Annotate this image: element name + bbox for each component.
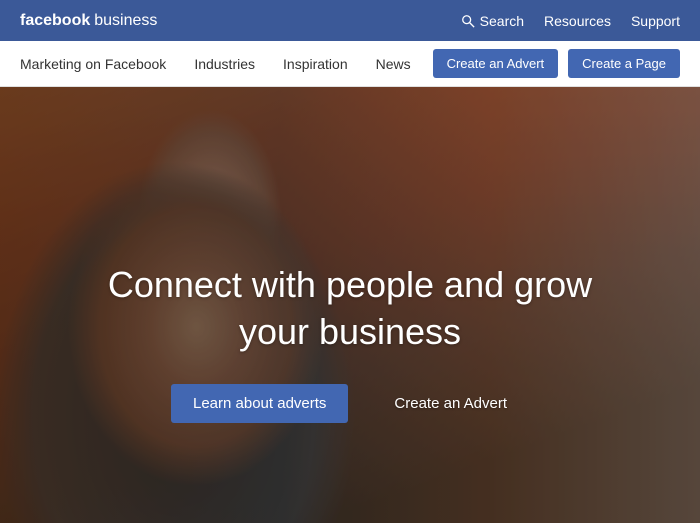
resources-link[interactable]: Resources: [544, 13, 611, 29]
resources-label: Resources: [544, 13, 611, 29]
hero-create-advert-button[interactable]: Create an Advert: [372, 384, 529, 423]
learn-adverts-button[interactable]: Learn about adverts: [171, 384, 348, 423]
hero-action-buttons: Learn about adverts Create an Advert: [70, 384, 630, 423]
support-label: Support: [631, 13, 680, 29]
search-icon: [461, 14, 475, 28]
create-page-button[interactable]: Create a Page: [568, 49, 680, 78]
hero-content: Connect with people and grow your busine…: [70, 262, 630, 423]
secondary-nav-links: Marketing on Facebook Industries Inspira…: [20, 56, 411, 72]
hero-section: Connect with people and grow your busine…: [0, 87, 700, 523]
top-nav-links: Search Resources Support: [461, 13, 680, 29]
search-link[interactable]: Search: [461, 13, 524, 29]
nav-inspiration[interactable]: Inspiration: [283, 56, 348, 72]
search-label: Search: [480, 13, 524, 29]
logo-business: business: [94, 12, 157, 30]
secondary-action-buttons: Create an Advert Create a Page: [433, 49, 680, 78]
hero-title: Connect with people and grow your busine…: [70, 262, 630, 356]
logo-facebook: facebook: [20, 12, 90, 30]
nav-industries[interactable]: Industries: [194, 56, 255, 72]
nav-news[interactable]: News: [376, 56, 411, 72]
nav-marketing[interactable]: Marketing on Facebook: [20, 56, 166, 72]
logo: facebook business: [20, 12, 157, 30]
top-navigation-bar: facebook business Search Resources Suppo…: [0, 0, 700, 41]
create-advert-button[interactable]: Create an Advert: [433, 49, 559, 78]
secondary-navigation-bar: Marketing on Facebook Industries Inspira…: [0, 41, 700, 87]
support-link[interactable]: Support: [631, 13, 680, 29]
